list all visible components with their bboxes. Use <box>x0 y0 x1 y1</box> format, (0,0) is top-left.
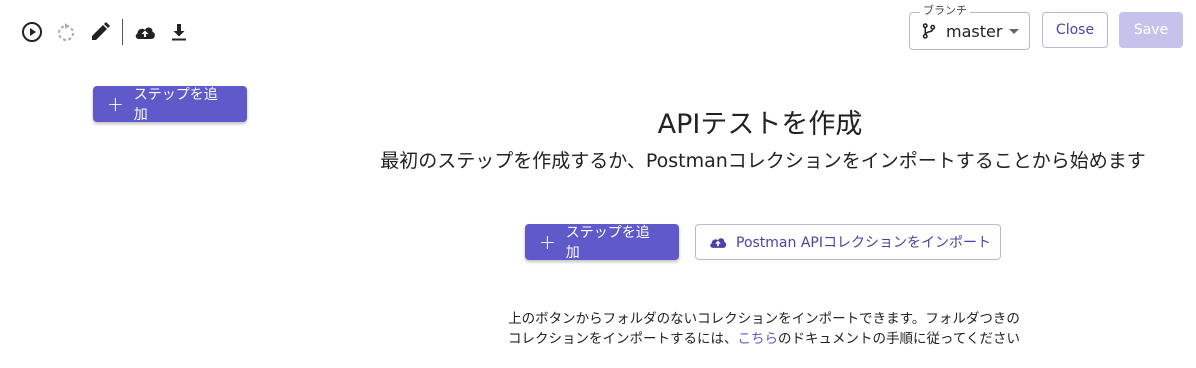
page-title: APIテストを作成 <box>657 109 863 140</box>
sidebar-add-step-label: ステップを追加 <box>133 87 218 123</box>
help-line-2: コレクションをインポートするには、こちらのドキュメントの手順に従ってください <box>470 329 1058 349</box>
import-postman-button[interactable]: Postman APIコレクションをインポート <box>695 224 1001 260</box>
run-icon[interactable] <box>18 16 46 48</box>
download-icon[interactable] <box>165 16 193 48</box>
import-postman-label: Postman APIコレクションをインポート <box>736 235 991 251</box>
chevron-down-icon <box>1009 29 1019 34</box>
save-button[interactable]: Save <box>1119 12 1183 48</box>
add-step-button[interactable]: + ステップを追加 <box>525 224 679 261</box>
help-line-1: 上のボタンからフォルダのないコレクションをインポートできます。フォルダつきの <box>508 311 1020 327</box>
add-step-label: ステップを追加 <box>565 225 650 261</box>
plus-icon: + <box>107 92 124 116</box>
edit-icon[interactable] <box>86 16 114 48</box>
cloud-upload-icon[interactable] <box>131 16 159 48</box>
branch-label: ブランチ <box>920 4 970 18</box>
help-line-2-prefix: コレクションをインポートするには、 <box>508 331 738 347</box>
branch-value: master <box>946 21 1003 41</box>
cloud-upload-icon <box>710 238 727 248</box>
git-branch-icon <box>922 23 936 39</box>
docs-link[interactable]: こちら <box>738 331 779 347</box>
editor-toolbar <box>18 16 199 48</box>
toolbar-divider <box>122 19 123 45</box>
reload-icon[interactable] <box>52 16 80 48</box>
sidebar-add-step-button[interactable]: + ステップを追加 <box>93 86 247 123</box>
plus-icon: + <box>539 230 556 254</box>
import-help-text: 上のボタンからフォルダのないコレクションをインポートできます。フォルダつきの コ… <box>470 309 1058 349</box>
branch-select[interactable]: ブランチ master <box>909 4 1030 50</box>
page-subtitle: 最初のステップを作成するか、Postmanコレクションをインポートすることから始… <box>380 150 1146 172</box>
help-line-2-suffix: のドキュメントの手順に従ってください <box>778 331 1020 347</box>
close-button[interactable]: Close <box>1042 12 1108 48</box>
